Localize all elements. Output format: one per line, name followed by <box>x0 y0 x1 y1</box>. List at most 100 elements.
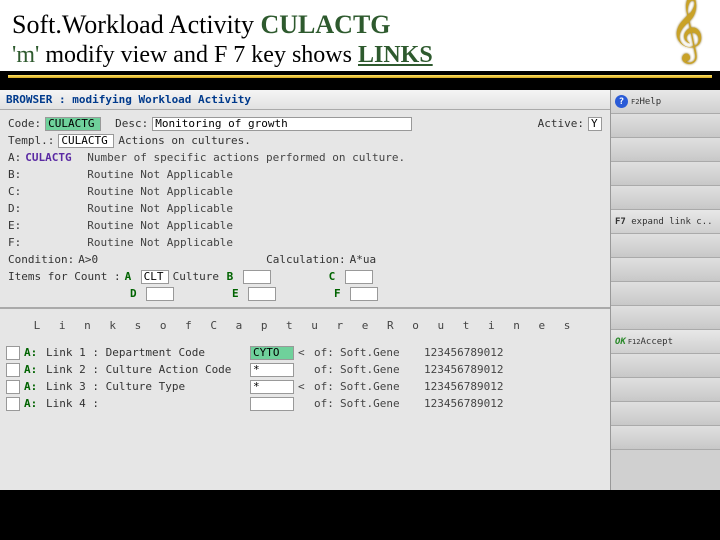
link-row: A: Link 2 : Culture Action Code * of: So… <box>6 361 604 378</box>
code-label: Code: <box>8 117 41 130</box>
slide-title: Soft.Workload Activity CULACTG 'm' modif… <box>0 0 720 71</box>
title-pre: Soft.Workload Activity <box>12 10 261 39</box>
routine-e-label: E: <box>8 219 21 232</box>
side-empty <box>611 306 720 330</box>
routine-e-desc: Routine Not Applicable <box>87 219 233 232</box>
help-button[interactable]: ? F2 Help <box>611 90 720 114</box>
link-of: of: <box>314 380 336 393</box>
expand-key: F7 <box>615 217 626 227</box>
routine-a-code: CULACTG <box>25 151 83 164</box>
count-b-field[interactable] <box>243 270 271 284</box>
browser-title: BROWSER : modifying Workload Activity <box>0 90 610 110</box>
templ-field[interactable]: CULACTG <box>58 134 114 148</box>
link-gene: Soft.Gene <box>340 380 420 393</box>
calculation-value: A*ua <box>350 253 377 266</box>
help-label: Help <box>639 97 661 107</box>
condition-value: A>0 <box>78 253 98 266</box>
link-row: A: Link 1 : Department Code CYTO < of: S… <box>6 344 604 361</box>
count-a-label: A <box>125 270 137 283</box>
link-label: Link 1 : Department Code <box>46 346 246 359</box>
side-empty <box>611 402 720 426</box>
side-empty <box>611 378 720 402</box>
side-empty <box>611 162 720 186</box>
accept-button[interactable]: OK F12 Accept <box>611 330 720 354</box>
accept-key: F12 <box>628 338 641 346</box>
active-label: Active: <box>538 117 584 130</box>
treble-clef-icon: 𝄞 <box>670 2 704 54</box>
expand-link-button[interactable]: F7 expand link c.. <box>611 210 720 234</box>
side-empty <box>611 114 720 138</box>
link-label: Link 2 : Culture Action Code <box>46 363 246 376</box>
link-gene: Soft.Gene <box>340 397 420 410</box>
routine-f-label: F: <box>8 236 21 249</box>
code-field[interactable]: CULACTG <box>45 117 101 131</box>
title-mid: modify view and F 7 key shows <box>39 42 358 68</box>
items-for-count-label: Items for Count : <box>8 270 121 283</box>
routine-f-desc: Routine Not Applicable <box>87 236 233 249</box>
count-f-label: F <box>334 287 346 300</box>
routine-c-desc: Routine Not Applicable <box>87 185 233 198</box>
routine-b-desc: Routine Not Applicable <box>87 168 233 181</box>
links-table: A: Link 1 : Department Code CYTO < of: S… <box>0 342 610 414</box>
link-label: Link 3 : Culture Type <box>46 380 246 393</box>
main-panel: BROWSER : modifying Workload Activity Co… <box>0 90 610 490</box>
link-of: of: <box>314 363 336 376</box>
templ-desc: Actions on cultures. <box>118 134 250 147</box>
link-label: Link 4 : <box>46 397 246 410</box>
count-a-sub: Culture <box>173 270 223 283</box>
count-e-label: E <box>232 287 244 300</box>
side-empty <box>611 282 720 306</box>
count-d-label: D <box>130 287 142 300</box>
form-area: Code: CULACTG Desc: Monitoring of growth… <box>0 110 610 308</box>
link-lt: < <box>298 380 310 393</box>
count-f-field[interactable] <box>350 287 378 301</box>
link-a: A: <box>24 346 42 359</box>
side-empty <box>611 186 720 210</box>
calculation-label: Calculation: <box>266 253 345 266</box>
routine-c-label: C: <box>8 185 21 198</box>
title-m: 'm' <box>12 42 39 68</box>
side-empty <box>611 354 720 378</box>
count-e-field[interactable] <box>248 287 276 301</box>
routine-b-label: B: <box>8 168 21 181</box>
link-row: A: Link 4 : of: Soft.Gene 123456789012 <box>6 395 604 412</box>
link-lt: < <box>298 346 310 359</box>
count-c-field[interactable] <box>345 270 373 284</box>
link-of: of: <box>314 397 336 410</box>
link-a: A: <box>24 397 42 410</box>
side-empty <box>611 426 720 450</box>
active-field[interactable]: Y <box>588 117 602 131</box>
expand-label: expand link c.. <box>631 217 712 227</box>
side-empty <box>611 234 720 258</box>
help-icon: ? <box>615 95 628 108</box>
condition-label: Condition: <box>8 253 74 266</box>
side-empty <box>611 138 720 162</box>
link-value[interactable]: CYTO <box>250 346 294 360</box>
link-num: 123456789012 <box>424 397 503 410</box>
templ-label: Templ.: <box>8 134 54 147</box>
link-value[interactable] <box>250 397 294 411</box>
accept-label: Accept <box>641 337 674 347</box>
desc-field[interactable]: Monitoring of growth <box>152 117 412 131</box>
count-d-field[interactable] <box>146 287 174 301</box>
desc-label: Desc: <box>115 117 148 130</box>
link-num: 123456789012 <box>424 363 503 376</box>
routine-d-label: D: <box>8 202 21 215</box>
title-links: LINKS <box>358 42 433 68</box>
links-section-title: L i n k s o f C a p t u r e R o u t i n … <box>0 308 610 342</box>
link-num: 123456789012 <box>424 346 503 359</box>
side-empty <box>611 258 720 282</box>
count-a-field[interactable]: CLT <box>141 270 169 284</box>
link-value[interactable]: * <box>250 363 294 377</box>
app-window: BROWSER : modifying Workload Activity Co… <box>0 90 720 490</box>
routine-a-label: A: <box>8 151 21 164</box>
link-num: 123456789012 <box>424 380 503 393</box>
ok-icon: OK <box>615 337 626 347</box>
count-b-label: B <box>227 270 239 283</box>
title-line1: Soft.Workload Activity CULACTG <box>12 10 708 40</box>
title-line2: 'm' modify view and F 7 key shows LINKS <box>12 42 708 69</box>
divider <box>8 75 712 78</box>
link-gene: Soft.Gene <box>340 363 420 376</box>
link-value[interactable]: * <box>250 380 294 394</box>
help-key: F2 <box>631 98 639 106</box>
